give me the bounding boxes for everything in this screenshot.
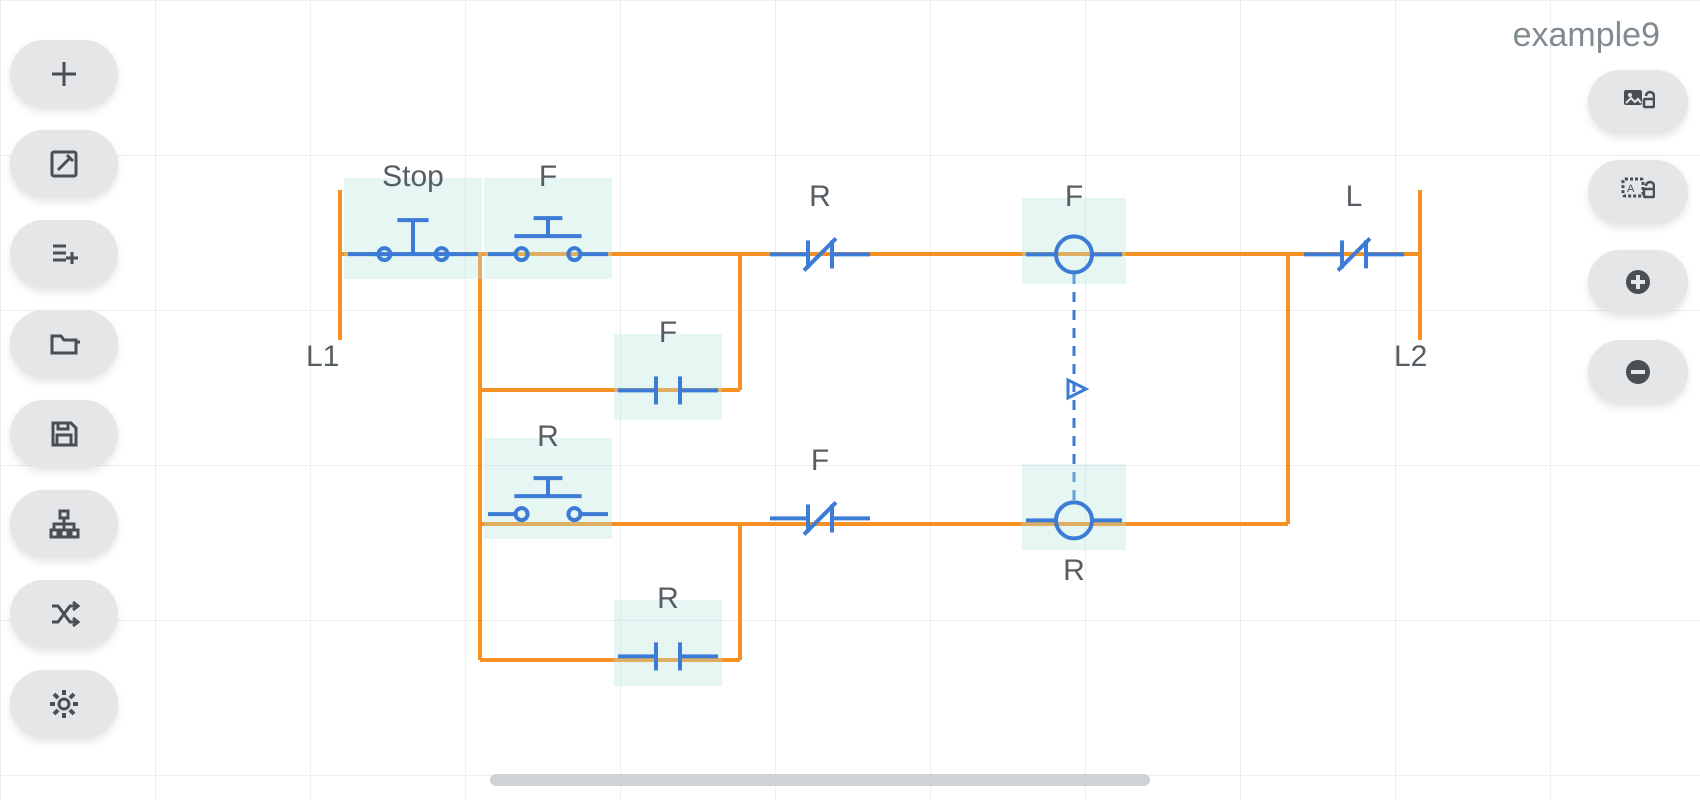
- edit-icon: [47, 148, 81, 180]
- shuffle-button[interactable]: [10, 580, 118, 648]
- add-button[interactable]: [10, 40, 118, 108]
- settings-button[interactable]: [10, 670, 118, 738]
- project-title: example9: [1513, 16, 1660, 55]
- zoom-in-button[interactable]: [1588, 250, 1688, 314]
- app-root: example9 A StopFRFLFRFRR L1 L2: [0, 0, 1700, 800]
- tree-button[interactable]: [10, 490, 118, 558]
- shuffle-icon: [47, 598, 81, 630]
- edit-button[interactable]: [10, 130, 118, 198]
- plus-circle-icon: [1621, 266, 1655, 298]
- minus-circle-icon: [1621, 356, 1655, 388]
- list-plus-icon: [47, 238, 81, 270]
- image-lock-button[interactable]: [1588, 70, 1688, 134]
- floppy-icon: [47, 418, 81, 450]
- label-lock-icon: A: [1621, 176, 1655, 208]
- org-chart-icon: [47, 508, 81, 540]
- open-button[interactable]: [10, 310, 118, 378]
- rail-label-L1: L1: [306, 340, 339, 374]
- horizontal-scrollbar[interactable]: [490, 774, 1150, 786]
- save-button[interactable]: [10, 400, 118, 468]
- svg-text:A: A: [1627, 183, 1635, 195]
- rail-label-L2: L2: [1394, 340, 1427, 374]
- list-add-button[interactable]: [10, 220, 118, 288]
- canvas-grid[interactable]: [0, 0, 1700, 800]
- plus-icon: [47, 58, 81, 90]
- label-lock-button[interactable]: A: [1588, 160, 1688, 224]
- zoom-out-button[interactable]: [1588, 340, 1688, 404]
- gear-icon: [47, 688, 81, 720]
- folder-icon: [47, 328, 81, 360]
- image-lock-icon: [1621, 86, 1655, 118]
